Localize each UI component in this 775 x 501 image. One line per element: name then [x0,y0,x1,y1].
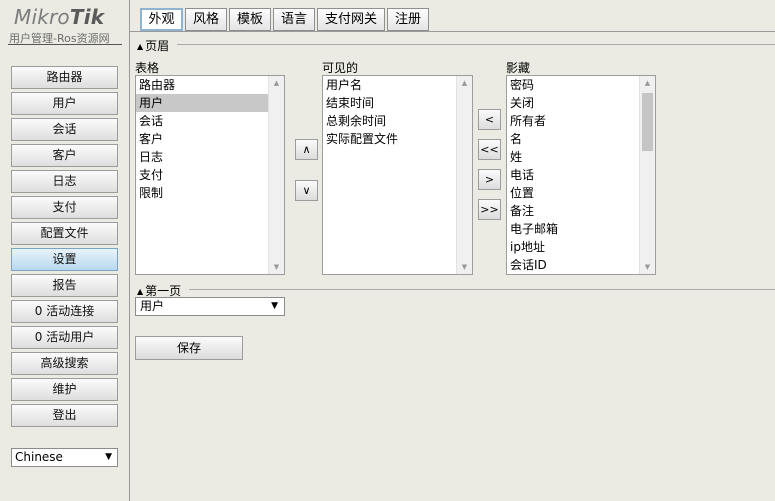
language-select[interactable]: Chinese ▼ [11,448,118,467]
list-item[interactable]: 总剩余时间 [323,112,472,130]
nav-active-connections-button[interactable]: 0 活动连接 [11,300,118,323]
move-down-button[interactable]: ∨ [295,180,318,201]
header-section-toggle[interactable]: ▲ 页眉 [137,37,169,54]
scroll-up-icon[interactable]: ▲ [457,76,472,90]
list-item[interactable]: 用户名 [323,76,472,94]
save-button[interactable]: 保存 [135,336,243,360]
divider [177,44,775,45]
list-item[interactable]: 密码 [507,76,655,94]
scroll-thumb[interactable] [642,93,653,151]
tab-style[interactable]: 风格 [185,8,227,31]
nav-logs-button[interactable]: 日志 [11,170,118,193]
scrollbar[interactable]: ▲ ▼ [268,76,284,274]
sidebar: MikroTik 用户管理-Ros资源网 路由器 用户 会话 客户 日志 支付 … [0,0,130,501]
nav-sessions-button[interactable]: 会话 [11,118,118,141]
list-item[interactable]: 所有者 [507,112,655,130]
list-item[interactable]: 姓 [507,148,655,166]
list-item[interactable]: 电子邮箱 [507,220,655,238]
hidden-list: 密码 关闭 所有者 名 姓 电话 位置 备注 电子邮箱 ip地址 会话ID [507,76,655,274]
move-up-button[interactable]: ∧ [295,139,318,160]
scrollbar[interactable]: ▲ ▼ [456,76,472,274]
list-item[interactable]: 结束时间 [323,94,472,112]
nav-profiles-button[interactable]: 配置文件 [11,222,118,245]
scrollbar[interactable]: ▲ ▼ [639,76,655,274]
divider [8,44,122,45]
nav-customers-button[interactable]: 客户 [11,144,118,167]
list-item[interactable]: 日志 [136,148,284,166]
list-item[interactable]: 关闭 [507,94,655,112]
list-item[interactable]: 限制 [136,184,284,202]
scroll-up-icon[interactable]: ▲ [640,76,655,90]
tab-divider [130,31,775,32]
collapse-triangle-icon: ▲ [137,42,144,51]
first-page-select[interactable]: 用户 ▼ [135,297,285,316]
mikrotik-logo: MikroTik [14,5,105,29]
divider [189,289,775,290]
tab-template[interactable]: 模板 [229,8,271,31]
list-item[interactable]: ip地址 [507,238,655,256]
tables-listbox[interactable]: 路由器 用户 会话 客户 日志 支付 限制 ▲ ▼ [135,75,285,275]
nav-logout-button[interactable]: 登出 [11,404,118,427]
collapse-triangle-icon: ▲ [137,287,144,296]
tab-language[interactable]: 语言 [273,8,315,31]
list-item[interactable]: 会话 [136,112,284,130]
list-item[interactable]: 实际配置文件 [323,130,472,148]
tables-label: 表格 [135,61,160,75]
nav-routers-button[interactable]: 路由器 [11,66,118,89]
list-item[interactable]: 名 [507,130,655,148]
nav-users-button[interactable]: 用户 [11,92,118,115]
visible-listbox[interactable]: 用户名 结束时间 总剩余时间 实际配置文件 ▲ ▼ [322,75,473,275]
tab-payment-gateway[interactable]: 支付网关 [317,8,385,31]
tab-appearance[interactable]: 外观 [140,8,183,31]
nav-maintenance-button[interactable]: 维护 [11,378,118,401]
list-item[interactable]: 路由器 [136,76,284,94]
scroll-up-icon[interactable]: ▲ [269,76,284,90]
list-item[interactable]: 用户 [136,94,284,112]
list-item[interactable]: 电话 [507,166,655,184]
nav-payments-button[interactable]: 支付 [11,196,118,219]
scroll-down-icon[interactable]: ▼ [640,260,655,274]
visible-list: 用户名 结束时间 总剩余时间 实际配置文件 [323,76,472,148]
list-item[interactable]: 备注 [507,202,655,220]
tables-list: 路由器 用户 会话 客户 日志 支付 限制 [136,76,284,202]
nav-reports-button[interactable]: 报告 [11,274,118,297]
move-all-right-button[interactable]: >> [478,199,501,220]
nav-settings-button[interactable]: 设置 [11,248,118,271]
nav-advanced-search-button[interactable]: 高级搜索 [11,352,118,375]
hidden-label: 影藏 [506,61,531,75]
scroll-down-icon[interactable]: ▼ [269,260,284,274]
move-right-button[interactable]: > [478,169,501,190]
move-left-button[interactable]: < [478,109,501,130]
chevron-down-icon: ▼ [271,301,278,311]
list-item[interactable]: 会话ID [507,256,655,274]
nav-active-users-button[interactable]: 0 活动用户 [11,326,118,349]
visible-label: 可见的 [322,61,359,75]
chevron-down-icon: ▼ [105,452,112,462]
list-item[interactable]: 客户 [136,130,284,148]
scroll-down-icon[interactable]: ▼ [457,260,472,274]
tab-register[interactable]: 注册 [387,8,429,31]
list-item[interactable]: 支付 [136,166,284,184]
list-item[interactable]: 位置 [507,184,655,202]
move-all-left-button[interactable]: << [478,139,501,160]
hidden-listbox[interactable]: 密码 关闭 所有者 名 姓 电话 位置 备注 电子邮箱 ip地址 会话ID ▲ … [506,75,656,275]
